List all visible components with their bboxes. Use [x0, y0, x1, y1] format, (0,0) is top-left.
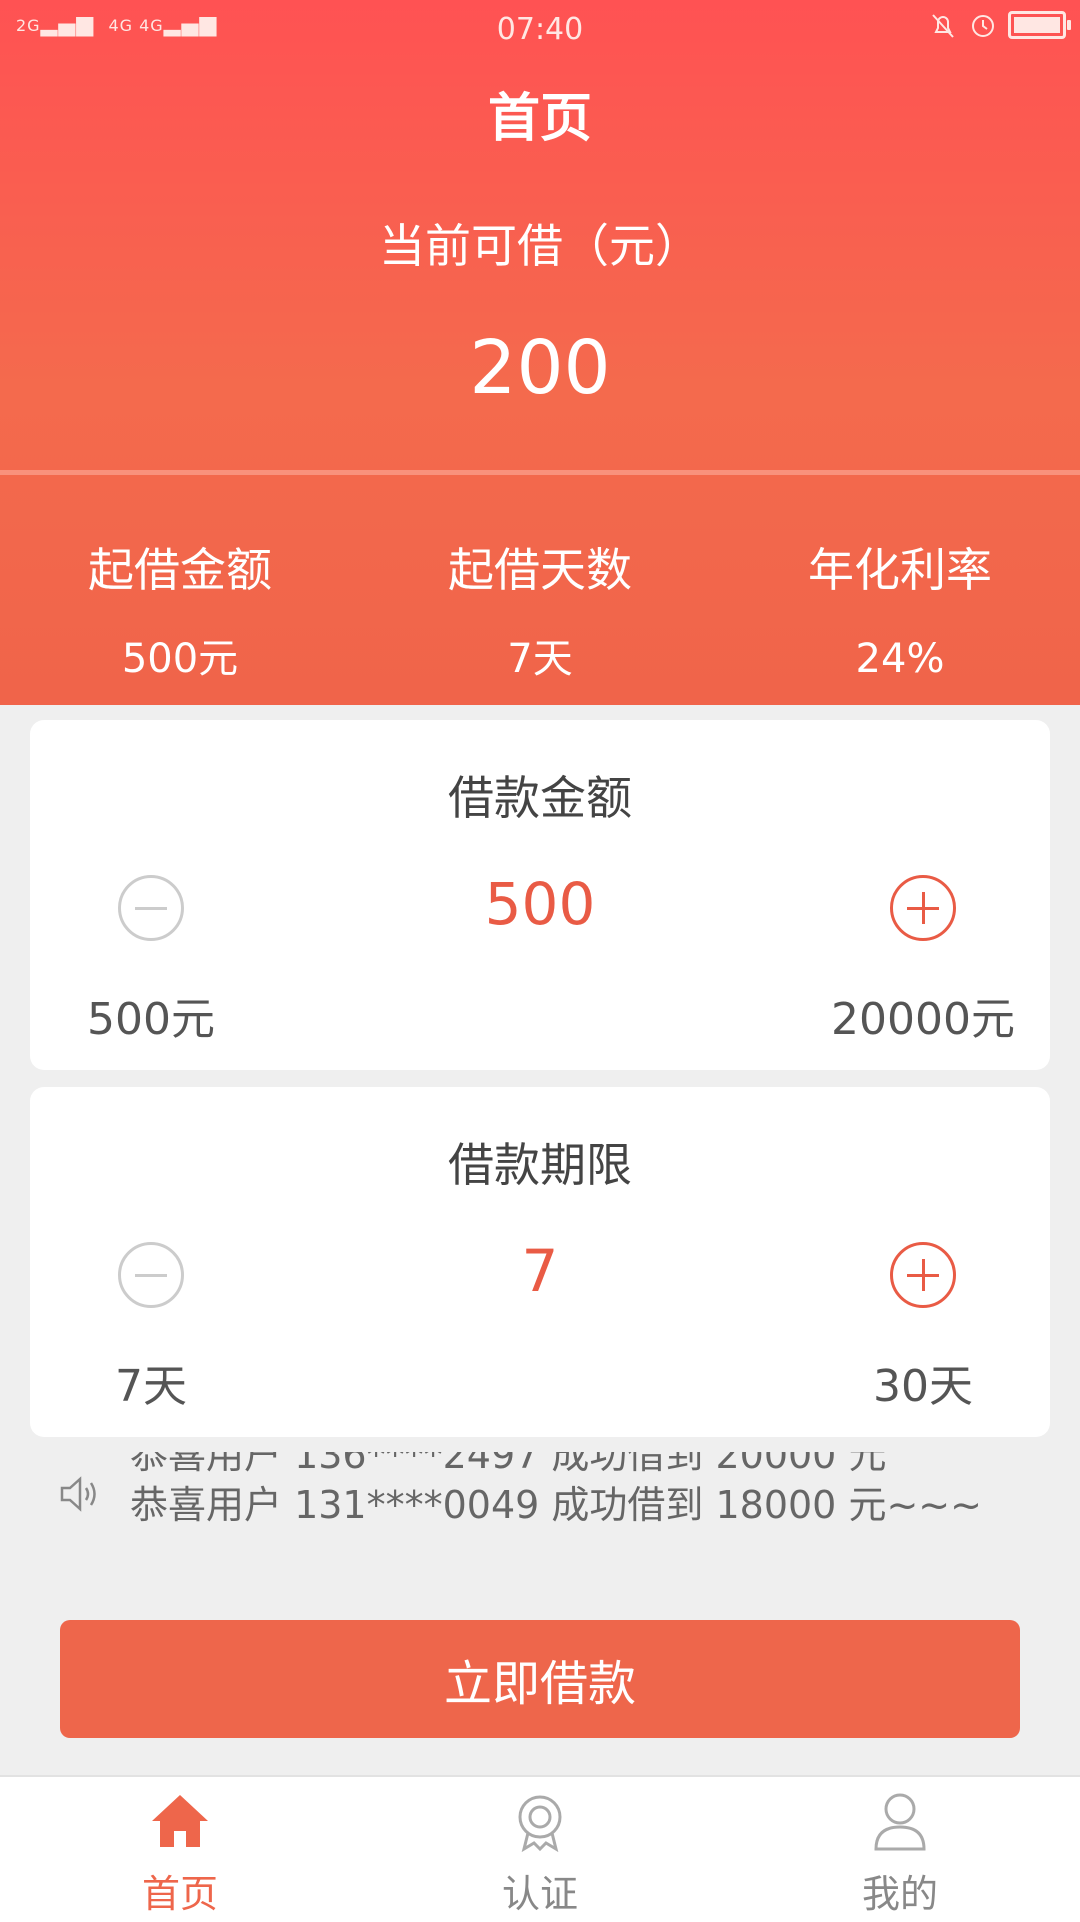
ticker-line: 恭喜用户 136****2497 成功借到 20000 元 [130, 1452, 887, 1477]
stat-value: 500元 [121, 636, 239, 682]
amount-max-label: 20000元 [831, 994, 1015, 1045]
loan-amount-title: 借款金额 [448, 771, 632, 825]
loan-term-title: 借款期限 [448, 1138, 632, 1192]
stat-label: 年化利率 [808, 543, 992, 597]
stat-value: 7天 [507, 636, 573, 682]
tab-label: 认证 [501, 1872, 578, 1916]
speaker-icon [60, 1476, 96, 1512]
user-icon [874, 1793, 926, 1851]
header-divider [0, 470, 1080, 475]
tab-certification[interactable]: 认证 [360, 1777, 720, 1922]
increase-term-button[interactable] [890, 1242, 956, 1308]
ticker-lines: 恭喜用户 136****2497 成功借到 20000 元 恭喜用户 131**… [130, 1452, 982, 1530]
announcement-ticker: 恭喜用户 136****2497 成功借到 20000 元 恭喜用户 131**… [30, 1452, 1050, 1532]
tab-label: 我的 [861, 1872, 938, 1916]
header-banner: 2G▂▄▆ 4G 4G▂▄▆ 07:40 首页 当前可借（元） 200 起借金额… [0, 0, 1080, 705]
term-min-label: 7天 [115, 1361, 187, 1412]
stat-min-amount: 起借金额 500元 [0, 540, 360, 684]
stat-value: 24% [855, 636, 945, 682]
status-icons [928, 10, 1071, 40]
increase-amount-button[interactable] [890, 875, 956, 941]
stat-label: 起借金额 [88, 543, 272, 597]
stat-annual-rate: 年化利率 24% [720, 540, 1080, 684]
tab-home[interactable]: 首页 [0, 1777, 360, 1922]
plus-icon-vertical [922, 1259, 925, 1291]
available-credit-amount: 200 [469, 325, 611, 411]
status-time: 07:40 [496, 12, 584, 47]
term-max-label: 30天 [873, 1361, 973, 1412]
battery-icon [1008, 11, 1071, 39]
loan-term-card: 借款期限 7 7天 30天 [30, 1087, 1050, 1437]
stat-label: 起借天数 [448, 543, 632, 597]
alarm-icon [972, 15, 994, 37]
ticker-line: 恭喜用户 131****0049 成功借到 18000 元~~~ [130, 1483, 982, 1527]
plus-icon-vertical [922, 892, 925, 924]
tab-label: 首页 [141, 1872, 218, 1916]
stat-min-days: 起借天数 7天 [360, 540, 720, 684]
battery-fill [1014, 17, 1060, 33]
amount-min-label: 500元 [87, 994, 215, 1045]
tab-profile[interactable]: 我的 [720, 1777, 1080, 1922]
bell-muted-icon [932, 14, 954, 38]
home-icon [152, 1795, 208, 1847]
available-credit-label: 当前可借（元） [379, 219, 701, 273]
badge-icon [518, 1795, 562, 1853]
page-title: 首页 [487, 89, 592, 149]
status-bar: 2G▂▄▆ 4G 4G▂▄▆ 07:40 [0, 0, 1080, 58]
bottom-tab-bar: 首页 认证 我的 [0, 1775, 1080, 1922]
loan-amount-card: 借款金额 500 500元 20000元 [30, 720, 1050, 1070]
borrow-now-button[interactable]: 立即借款 [60, 1620, 1020, 1738]
